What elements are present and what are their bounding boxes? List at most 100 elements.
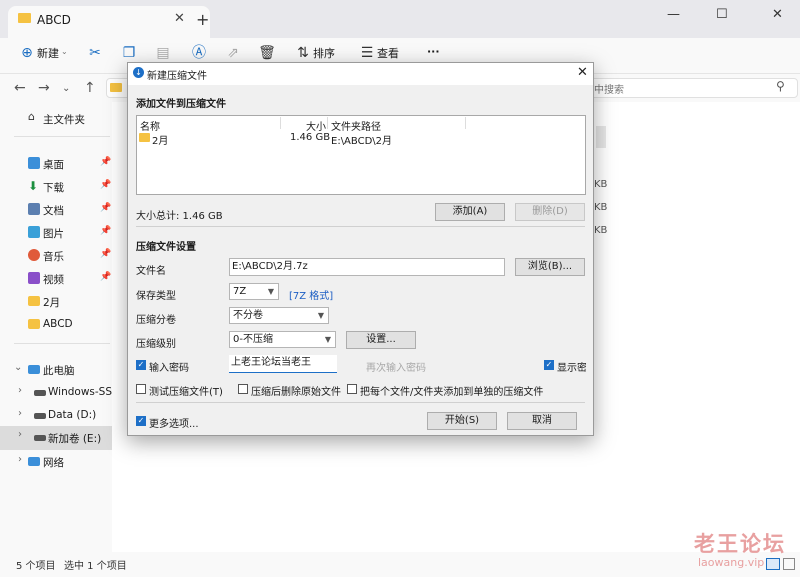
divider (136, 402, 585, 403)
sidebar-item-music[interactable]: 音乐 📌 (0, 245, 112, 267)
tiles-view-icon[interactable] (783, 558, 795, 570)
save-type-select[interactable]: 7Z ▼ (229, 283, 279, 300)
test-archive-checkbox[interactable] (136, 384, 146, 394)
browse-button[interactable]: 浏览(B)... (515, 258, 585, 276)
row-name[interactable]: 2月 (152, 132, 168, 147)
column-header-name[interactable]: 名称 (140, 118, 160, 133)
chevron-right-icon[interactable]: › (18, 408, 22, 419)
view-icon[interactable]: ☰ (358, 44, 376, 62)
file-size-cell: KB (594, 225, 608, 236)
more-options-checkbox[interactable]: ✓ (136, 416, 146, 426)
column-separator[interactable] (280, 117, 281, 129)
copy-icon[interactable]: ❐ (120, 44, 138, 62)
view-button[interactable]: 查看 (377, 45, 399, 61)
repeat-password-field[interactable]: 再次输入密码 (366, 359, 426, 374)
app-icon: ↓ (133, 67, 144, 78)
sidebar-item-abcd[interactable]: ABCD (0, 314, 112, 336)
chevron-right-icon[interactable]: › (18, 429, 22, 440)
recent-chevron-icon[interactable]: ⌄ (62, 83, 70, 94)
minimize-icon[interactable]: — (667, 7, 680, 22)
back-arrow-icon[interactable]: ← (14, 80, 26, 96)
cancel-button[interactable]: 取消 (507, 412, 577, 430)
close-window-icon[interactable]: ✕ (772, 7, 783, 22)
filename-label: 文件名 (136, 266, 166, 277)
pin-icon[interactable]: 📌 (100, 226, 111, 236)
chevron-down-icon: ⌄ (61, 47, 68, 56)
row-size: 1.46 GB (290, 132, 331, 143)
sidebar-item-documents[interactable]: 文档 📌 (0, 199, 112, 221)
column-header-path[interactable]: 文件夹路径 (331, 118, 381, 133)
sidebar-item-pictures[interactable]: 图片 📌 (0, 222, 112, 244)
sidebar-item-data-d[interactable]: › Data (D:) (0, 405, 112, 427)
folder-icon (18, 13, 31, 23)
sidebar-item-windows-ssd[interactable]: › Windows-SSD ( (0, 382, 128, 404)
level-label: 压缩级别 (136, 339, 176, 350)
format-link[interactable]: [7Z 格式] (289, 287, 333, 302)
folder-icon (28, 319, 40, 329)
sidebar-item-videos[interactable]: 视频 📌 (0, 268, 112, 290)
show-password-checkbox[interactable]: ✓ (544, 360, 554, 370)
music-icon (28, 249, 40, 261)
chevron-down-icon[interactable]: ⌄ (14, 362, 22, 373)
add-files-heading: 添加文件到压缩文件 (136, 99, 226, 110)
delete-icon[interactable]: 🗑 (258, 44, 276, 62)
close-icon[interactable]: ✕ (577, 65, 588, 80)
sort-button[interactable]: 排序 (313, 45, 335, 61)
password-label: 输入密码 (149, 363, 189, 374)
sidebar-item-home[interactable]: ⌂ 主文件夹 (0, 108, 112, 130)
more-options-icon[interactable]: ··· (427, 45, 440, 58)
pin-icon[interactable]: 📌 (100, 157, 111, 167)
filename-field[interactable]: E:\ABCD\2月.7z (229, 258, 505, 276)
share-icon: ⇗ (227, 45, 239, 61)
separate-archives-checkbox[interactable] (347, 384, 357, 394)
cut-icon[interactable]: ✂ (86, 44, 104, 62)
new-button[interactable]: 新建 (37, 45, 59, 61)
close-tab-icon[interactable]: ✕ (174, 11, 185, 26)
add-circle-icon[interactable]: ⊕ (18, 44, 36, 62)
chevron-right-icon[interactable]: › (18, 385, 22, 396)
row-path: E:\ABCD\2月 (331, 136, 392, 147)
details-view-icon[interactable] (766, 558, 780, 570)
sort-icon[interactable]: ⇅ (294, 44, 312, 62)
pin-icon[interactable]: 📌 (100, 203, 111, 213)
delete-after-label: 压缩后删除原始文件 (251, 387, 341, 398)
rename-icon[interactable]: Ⓐ (190, 44, 208, 62)
split-select[interactable]: 不分卷 ▼ (229, 307, 329, 324)
split-label: 压缩分卷 (136, 315, 176, 326)
sidebar-item-feb[interactable]: 2月 (0, 291, 112, 313)
add-button[interactable]: 添加(A) (435, 203, 505, 221)
show-password-label: 显示密码 (557, 363, 586, 374)
maximize-icon[interactable]: ☐ (716, 7, 728, 22)
divider (14, 343, 110, 344)
file-size-cell: KB (594, 179, 608, 190)
delete-after-checkbox[interactable] (238, 384, 248, 394)
column-separator[interactable] (465, 117, 466, 129)
up-arrow-icon[interactable]: ↑ (84, 80, 96, 96)
item-count: 5 个项目 (16, 561, 56, 572)
sidebar-item-desktop[interactable]: 桌面 📌 (0, 153, 112, 175)
settings-button[interactable]: 设置... (346, 331, 416, 349)
sidebar-item-new-volume-e[interactable]: › 新加卷 (E:) (0, 426, 112, 450)
sidebar-item-downloads[interactable]: ⬇ 下载 📌 (0, 176, 112, 198)
new-tab-icon[interactable]: + (196, 10, 209, 29)
dialog-title: 新建压缩文件 (147, 71, 207, 82)
sidebar-item-this-pc[interactable]: ⌄ 此电脑 (0, 359, 112, 381)
start-button[interactable]: 开始(S) (427, 412, 497, 430)
drive-icon (34, 390, 46, 396)
pin-icon[interactable]: 📌 (100, 272, 111, 282)
column-separator[interactable] (327, 117, 328, 129)
network-icon (28, 457, 40, 466)
search-icon[interactable]: ⚲ (776, 79, 785, 93)
password-field[interactable]: 上老王论坛当老王 (229, 355, 337, 373)
download-icon: ⬇ (28, 179, 39, 193)
level-select[interactable]: 0-不压缩 ▼ (229, 331, 336, 348)
paste-icon: ▤ (156, 45, 170, 61)
forward-arrow-icon[interactable]: → (38, 80, 50, 96)
chevron-down-icon: ▼ (317, 311, 324, 320)
column-header-size[interactable]: 大小 (306, 118, 326, 133)
pin-icon[interactable]: 📌 (100, 180, 111, 190)
password-checkbox[interactable]: ✓ (136, 360, 146, 370)
sidebar-item-network[interactable]: › 网络 (0, 451, 112, 473)
chevron-right-icon[interactable]: › (18, 454, 22, 465)
pin-icon[interactable]: 📌 (100, 249, 111, 259)
